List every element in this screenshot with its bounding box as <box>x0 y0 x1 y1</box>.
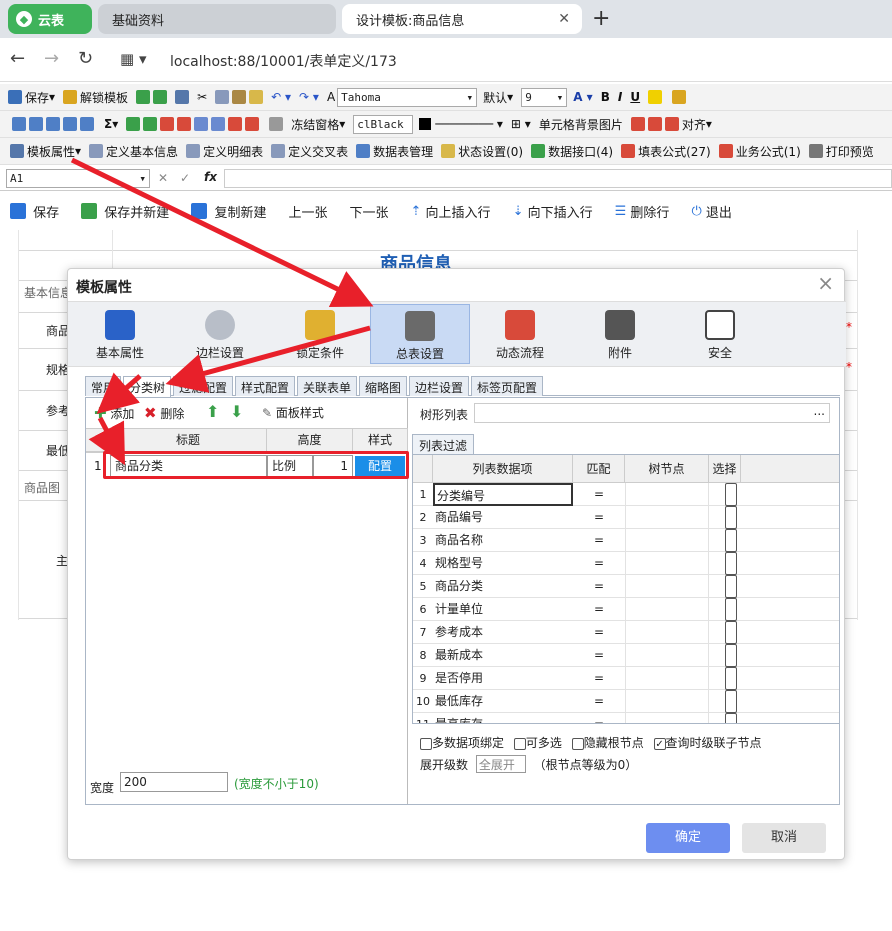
arrow-to-title-row <box>88 416 126 466</box>
arrow-to-summary-tab <box>70 157 374 308</box>
arrow-to-tree-subtab <box>165 325 371 393</box>
annotation-arrows <box>70 157 374 466</box>
arrow-to-add-button <box>96 372 142 414</box>
